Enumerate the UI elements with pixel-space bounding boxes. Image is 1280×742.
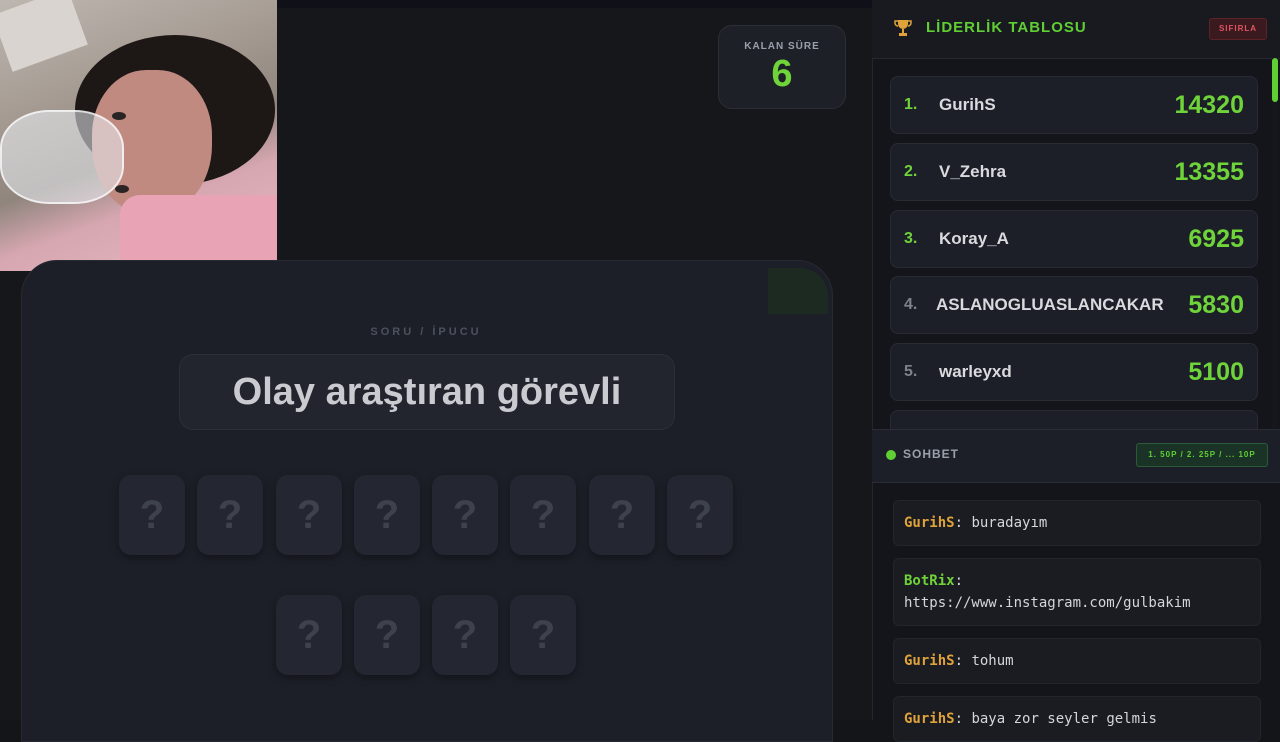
leaderboard-rank: 3. [904,230,918,247]
letter-tile: ? [589,475,655,555]
hint-text: Olay araştıran görevli [232,371,622,413]
chat-message: GurihS: buradayım [893,500,1261,546]
chat-separator: : [954,711,964,727]
leaderboard-name: V_Zehra [939,162,1007,181]
leaderboard-scrollbar[interactable] [1272,58,1278,428]
chat-points-badge: 1. 50P / 2. 25P / ... 10P [1136,443,1268,467]
leaderboard-row: 4. ASLANOGLUASLANCAKAR 5830 [890,276,1258,334]
leaderboard-title: LİDERLİK TABLOSU [926,19,1087,36]
chat-text: tohum [971,653,1014,669]
letter-tile: ? [119,475,185,555]
online-dot-icon [886,450,896,460]
reset-button[interactable]: SIFIRLA [1209,18,1267,40]
letter-tile: ? [354,595,420,675]
chat-username[interactable]: GurihS [904,653,955,669]
hint-box: Olay araştıran görevli [179,354,675,430]
leaderboard-rank: 4. [904,296,918,313]
chat-title: SOHBET [903,447,960,461]
leaderboard-rank: 2. [904,163,918,180]
leaderboard-score: 13355 [1174,158,1244,186]
leaderboard-scrollbar-thumb[interactable] [1272,58,1278,102]
chat-text: https://www.instagram.com/gulbakim [904,595,1191,611]
chat-username[interactable]: GurihS [904,711,955,727]
chat-message: GurihS: tohum [893,638,1261,684]
timer-value: 6 [771,53,793,95]
leaderboard-name: ASLANOGLUASLANCAKAR [936,295,1164,314]
chat-separator: : [954,573,964,589]
chat-separator: : [954,515,964,531]
hint-label: SORU / İPUCU [370,326,482,338]
letter-tile: ? [276,475,342,555]
webcam-feed [0,0,277,271]
letter-tile: ? [510,475,576,555]
leaderboard-rank: 1. [904,96,918,113]
chat-message: GurihS: baya zor seyler gelmis [893,696,1261,742]
timer-box: KALAN SÜRE 6 [718,25,846,109]
chat-username[interactable]: BotRix [904,573,955,589]
letter-tile: ? [276,595,342,675]
chat-text: baya zor seyler gelmis [971,711,1157,727]
trophy-icon [894,20,912,36]
leaderboard-row: 3. Koray_A 6925 [890,210,1258,268]
leaderboard-name: GurihS [939,95,996,114]
leaderboard-score: 5100 [1188,358,1244,386]
leaderboard-score: 5830 [1188,291,1244,319]
leaderboard-row-partial [890,410,1258,431]
chat-separator: : [954,653,964,669]
letter-tile: ? [354,475,420,555]
timer-label: KALAN SÜRE [744,41,820,52]
letter-tile: ? [197,475,263,555]
letter-tile: ? [432,595,498,675]
leaderboard-score: 6925 [1188,225,1244,253]
leaderboard-row: 1. GurihS 14320 [890,76,1258,134]
letter-tile: ? [510,595,576,675]
leaderboard-name: warleyxd [939,362,1012,381]
letter-tile: ? [667,475,733,555]
leaderboard-name: Koray_A [939,229,1009,248]
card-corner-accent [768,268,828,314]
leaderboard-rank: 5. [904,363,918,380]
leaderboard-score: 14320 [1174,91,1244,119]
leaderboard-row: 2. V_Zehra 13355 [890,143,1258,201]
chat-message: BotRix: https://www.instagram.com/gulbaki… [893,558,1261,626]
letter-tile: ? [432,475,498,555]
chat-username[interactable]: GurihS [904,515,955,531]
leaderboard-row: 5. warleyxd 5100 [890,343,1258,401]
chat-text: buradayım [971,515,1048,531]
